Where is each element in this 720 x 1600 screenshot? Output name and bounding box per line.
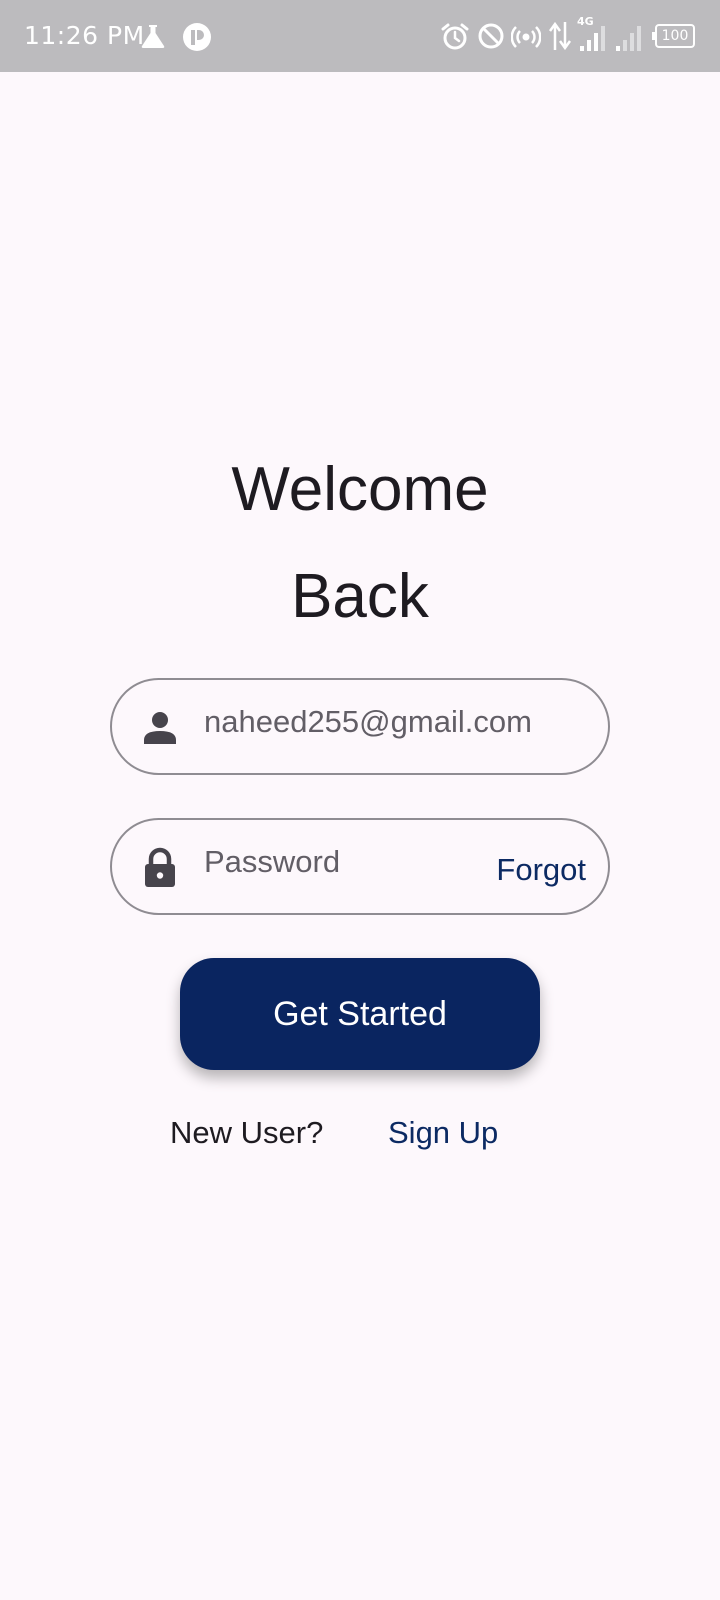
password-placeholder: Password [204,844,341,879]
title-line-welcome: Welcome [231,455,489,524]
title-line-back: Back [291,562,429,631]
email-field[interactable]: naheed255@gmail.com [110,678,610,775]
new-user-label: New User? [170,1115,324,1150]
password-field[interactable]: Password Forgot [110,818,610,915]
get-started-button[interactable]: Get Started [180,958,540,1070]
battery-level: 100 [661,28,689,44]
hotspot-icon [511,26,541,48]
person-icon [144,712,176,744]
signal-icon: 4G [577,16,617,52]
sign-up-link[interactable]: Sign Up [388,1113,498,1153]
forgot-password-link[interactable]: Forgot [496,850,586,890]
status-bar: 11:26 PM 4G 100 [0,0,720,72]
do-not-disturb-icon [478,23,504,49]
alarm-icon [441,23,469,50]
data-arrows-icon [548,21,572,51]
email-value: naheed255@gmail.com [204,704,532,739]
flask-icon [141,25,165,48]
signal-icon [616,26,641,51]
status-time: 11:26 PM [24,21,145,50]
app-badge-icon [183,23,211,51]
lock-icon [145,847,175,887]
battery-icon: 100 [652,24,696,48]
